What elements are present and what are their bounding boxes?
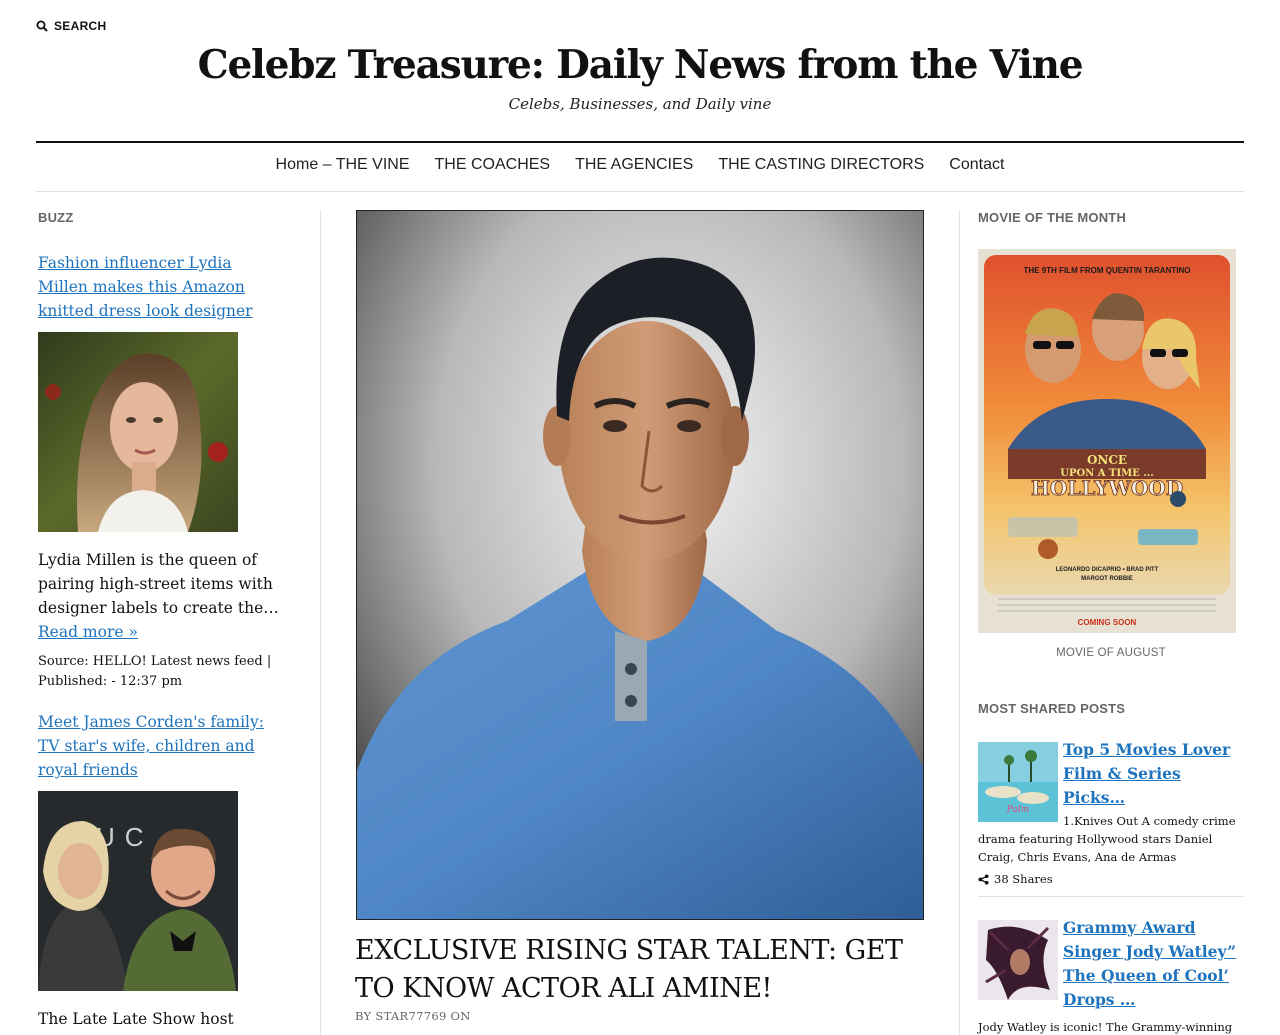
- shared-post-thumbnail[interactable]: Palm: [978, 742, 1058, 822]
- read-more-link[interactable]: Read more »: [38, 623, 138, 641]
- poster-top-text: THE 9TH FILM FROM QUENTIN TARANTINO: [1024, 266, 1191, 275]
- featured-image[interactable]: [356, 210, 924, 920]
- shared-post-thumbnail[interactable]: [978, 920, 1058, 1000]
- buzz-excerpt: Lydia Millen is the queen of pairing hig…: [38, 548, 284, 644]
- nav-item-contact[interactable]: Contact: [949, 156, 1004, 174]
- site-title[interactable]: Celebz Treasure: Daily News from the Vin…: [0, 42, 1280, 88]
- share-count-text: 38 Shares: [994, 872, 1053, 886]
- buzz-headline-link[interactable]: Fashion influencer Lydia Millen makes th…: [38, 251, 284, 323]
- poster-cast: LEONARDO DICAPRIO • BRAD PITT: [1056, 567, 1159, 573]
- movie-poster[interactable]: THE 9TH FILM FROM QUENTIN TARANTINO ONCE…: [978, 249, 1236, 633]
- poster-coming-soon: COMING SOON: [1078, 618, 1137, 627]
- movie-widget-title: MOVIE OF THE MONTH: [978, 210, 1127, 225]
- shared-post-item: Palm Top 5 Movies Lover Film & Series Pi…: [978, 738, 1244, 897]
- share-icon: [978, 873, 989, 885]
- search-button[interactable]: SEARCH: [36, 19, 106, 33]
- post-title[interactable]: EXCLUSIVE RISING STAR TALENT: GET TO KNO…: [355, 932, 925, 1008]
- shared-post-item: Grammy Award Singer Jody Watley” The Que…: [978, 916, 1244, 1035]
- nav-item-agencies[interactable]: THE AGENCIES: [575, 156, 693, 174]
- buzz-widget-title: BUZZ: [38, 210, 74, 225]
- nav-item-coaches[interactable]: THE COACHES: [435, 156, 551, 174]
- nav-item-home[interactable]: Home – THE VINE: [276, 156, 410, 174]
- poster-cast-2: MARGOT ROBBIE: [1081, 576, 1133, 582]
- share-count: 38 Shares: [978, 866, 1244, 897]
- shared-post-excerpt: Jody Watley is iconic! The Grammy-winnin…: [978, 1020, 1233, 1034]
- buzz-excerpt: The Late Late Show host James Corden is …: [38, 1010, 248, 1035]
- search-icon: [36, 20, 48, 32]
- buzz-source: Source: HELLO! Latest news feed | Publis…: [38, 654, 272, 689]
- poster-once: ONCE: [1087, 453, 1127, 467]
- buzz-excerpt-text: Lydia Millen is the queen of pairing hig…: [38, 551, 279, 617]
- post-byline: BY STAR77769 ON: [355, 1009, 471, 1023]
- poster-hollywood: HOLLYWOOD: [1031, 476, 1183, 500]
- buzz-thumbnail[interactable]: [38, 332, 238, 532]
- nav-bottom-rule: [36, 191, 1244, 192]
- left-column-divider: [320, 210, 321, 1035]
- buzz-thumbnail[interactable]: UC: [38, 791, 238, 991]
- buzz-sidebar: BUZZ Fashion influencer Lydia Millen mak…: [38, 210, 284, 1035]
- main-nav: Home – THE VINE THE COACHES THE AGENCIES…: [0, 156, 1280, 174]
- right-sidebar: MOVIE OF THE MONTH THE 9TH FILM FROM QUE…: [978, 210, 1244, 1035]
- nav-top-rule: [36, 141, 1244, 143]
- nav-item-casting-directors[interactable]: THE CASTING DIRECTORS: [718, 156, 924, 174]
- site-tagline: Celebs, Businesses, and Daily vine: [508, 95, 772, 113]
- search-label: SEARCH: [54, 19, 107, 33]
- right-column-divider: [959, 210, 960, 1035]
- movie-caption: MOVIE OF AUGUST: [1056, 647, 1166, 659]
- most-shared-widget-title: MOST SHARED POSTS: [978, 701, 1126, 716]
- svg-text:Palm: Palm: [1006, 805, 1029, 815]
- buzz-headline-link[interactable]: Meet James Corden's family: TV star's wi…: [38, 710, 284, 782]
